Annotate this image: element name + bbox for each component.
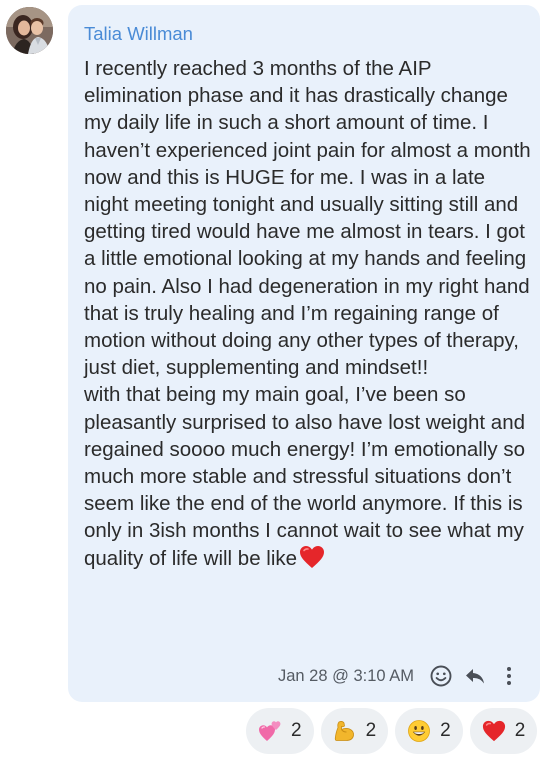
message-body: I recently reached 3 months of the AIP e… [84, 57, 531, 570]
timestamp: Jan 28 @ 3:10 AM [278, 666, 414, 685]
flexed-biceps-emoji [333, 719, 357, 743]
reaction-grinning-face[interactable]: 2 [395, 708, 463, 754]
message-thread: Talia Willman I recently reached 3 month… [0, 0, 546, 764]
grinning-face-emoji [407, 719, 431, 743]
message-meta: Jan 28 @ 3:10 AM [278, 663, 522, 689]
reaction-count: 2 [365, 720, 377, 741]
reply-arrow-icon[interactable] [462, 663, 488, 689]
red-heart-emoji [482, 719, 506, 743]
message-bubble: Talia Willman I recently reached 3 month… [68, 5, 540, 702]
reaction-count: 2 [514, 720, 526, 741]
pink-hearts-emoji [258, 719, 282, 743]
vertical-dots-icon[interactable] [496, 663, 522, 689]
avatar-photo [6, 7, 53, 54]
avatar[interactable] [6, 7, 53, 54]
reactions-bar: 2 2 2 2 [246, 708, 538, 754]
reaction-flexed-biceps[interactable]: 2 [320, 708, 389, 754]
red-heart-emoji [299, 545, 325, 569]
reaction-red-heart[interactable]: 2 [469, 708, 538, 754]
reaction-count: 2 [291, 720, 302, 741]
reaction-pink-hearts[interactable]: 2 [246, 708, 314, 754]
sender-name[interactable]: Talia Willman [84, 23, 193, 45]
message-text: I recently reached 3 months of the AIP e… [84, 55, 532, 572]
reaction-count: 2 [440, 720, 451, 741]
smiley-icon[interactable] [428, 663, 454, 689]
